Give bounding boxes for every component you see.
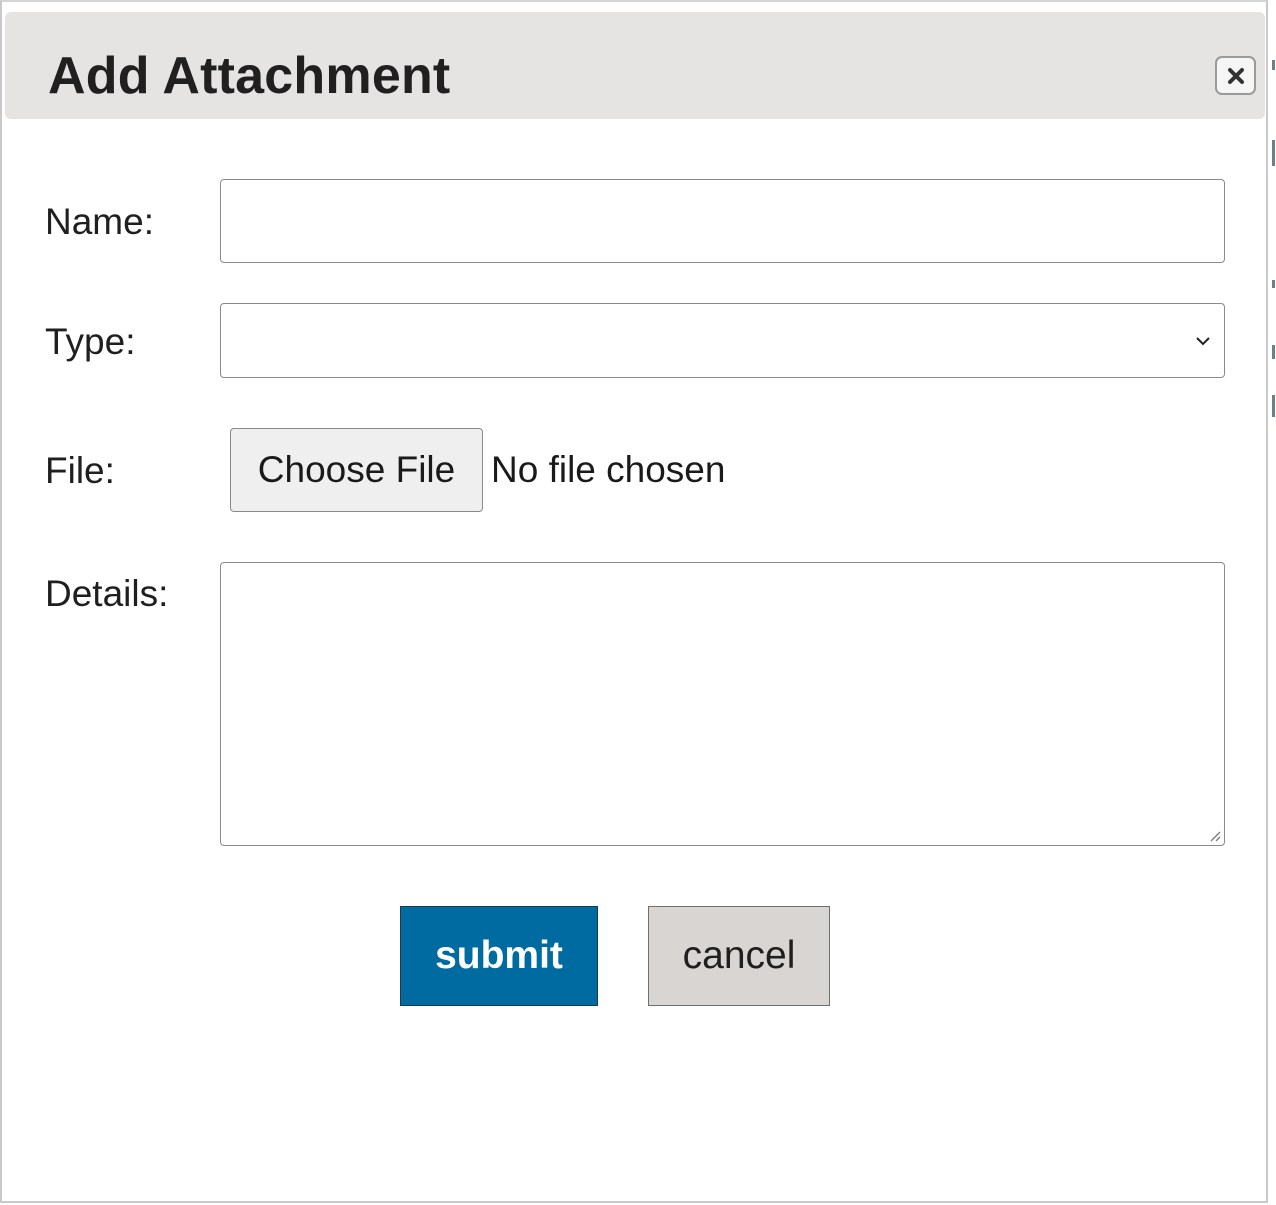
background-edge-mark <box>1272 60 1275 70</box>
resize-handle-icon[interactable] <box>1207 828 1221 842</box>
background-edge-mark <box>1272 280 1275 288</box>
type-select[interactable] <box>220 303 1225 378</box>
dialog-titlebar: Add Attachment <box>5 12 1265 119</box>
name-label: Name: <box>45 201 154 242</box>
background-edge <box>1268 0 1276 1205</box>
background-edge-mark <box>1272 395 1275 417</box>
file-status-text: No file chosen <box>491 449 726 490</box>
details-label: Details: <box>45 573 169 614</box>
details-textarea[interactable] <box>220 562 1225 846</box>
close-icon <box>1227 67 1244 84</box>
submit-button[interactable]: submit <box>400 906 598 1006</box>
close-button[interactable] <box>1215 56 1256 95</box>
chevron-down-icon <box>1196 337 1210 346</box>
add-attachment-dialog: Add Attachment Name: Type: File: Choose … <box>0 0 1268 1203</box>
file-label: File: <box>45 450 115 491</box>
name-input[interactable] <box>220 179 1225 263</box>
background-edge-mark <box>1272 345 1275 359</box>
cancel-button[interactable]: cancel <box>648 906 830 1006</box>
dialog-title: Add Attachment <box>48 47 451 105</box>
background-edge-mark <box>1272 140 1275 166</box>
type-label: Type: <box>45 321 136 362</box>
choose-file-button[interactable]: Choose File <box>230 428 483 512</box>
